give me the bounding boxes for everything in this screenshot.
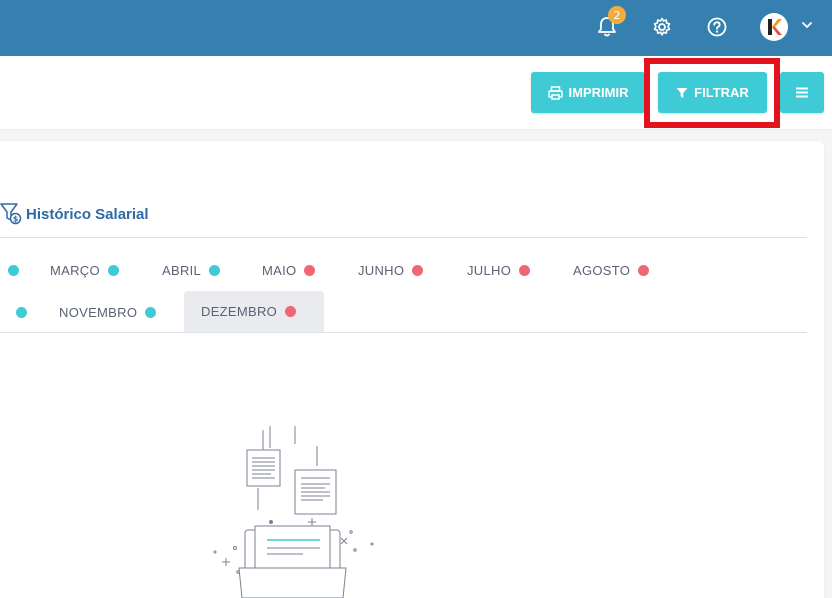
tab-dezembro[interactable]: DEZEMBRO bbox=[184, 291, 324, 332]
tab-label: JUNHO bbox=[358, 262, 405, 278]
empty-documents-illustration bbox=[213, 426, 374, 598]
chevron-down-icon bbox=[802, 22, 812, 28]
tab-label: AGOSTO bbox=[573, 262, 631, 278]
status-dot bbox=[304, 264, 316, 276]
tab-label: NOVEMBRO bbox=[59, 304, 138, 320]
status-dot bbox=[145, 306, 157, 318]
help-icon bbox=[707, 17, 727, 37]
status-dot bbox=[638, 264, 650, 276]
status-dot bbox=[16, 306, 27, 318]
tab-month-partial-2[interactable] bbox=[8, 292, 27, 332]
svg-text:$: $ bbox=[13, 215, 19, 224]
user-menu-dropdown[interactable] bbox=[801, 18, 813, 36]
print-button[interactable]: IMPRIMIR bbox=[531, 72, 645, 113]
settings-button[interactable] bbox=[647, 12, 677, 42]
tab-junho[interactable]: JUNHO bbox=[358, 250, 424, 290]
status-dot bbox=[519, 264, 531, 276]
page-title: Histórico Salarial bbox=[26, 205, 149, 223]
filter-button-highlight bbox=[644, 58, 780, 128]
status-dot bbox=[209, 264, 221, 276]
status-dot bbox=[285, 306, 297, 317]
status-dot bbox=[8, 264, 19, 276]
salary-filter-icon: $ bbox=[0, 203, 22, 225]
printer-icon bbox=[547, 85, 563, 100]
user-avatar[interactable] bbox=[760, 13, 788, 41]
status-dot bbox=[107, 264, 119, 276]
print-button-label: IMPRIMIR bbox=[568, 85, 629, 100]
tab-month-partial-1[interactable] bbox=[0, 250, 19, 290]
hamburger-icon bbox=[796, 87, 808, 98]
tab-novembro[interactable]: NOVEMBRO bbox=[59, 292, 157, 332]
tabs-divider bbox=[0, 332, 807, 333]
status-dot bbox=[412, 264, 424, 276]
tab-label: DEZEMBRO bbox=[201, 304, 278, 319]
tab-agosto[interactable]: AGOSTO bbox=[573, 250, 650, 290]
menu-button[interactable] bbox=[780, 72, 824, 113]
top-navbar: 2 bbox=[0, 0, 832, 56]
help-button[interactable] bbox=[702, 12, 732, 42]
tab-abril[interactable]: ABRIL bbox=[162, 250, 221, 290]
tab-julho[interactable]: JULHO bbox=[467, 250, 531, 290]
card-header: $ Histórico Salarial bbox=[0, 200, 149, 228]
notifications-button[interactable]: 2 bbox=[592, 6, 626, 42]
tab-label: MARÇO bbox=[50, 262, 100, 278]
notification-count-badge: 2 bbox=[608, 6, 626, 24]
tab-label: ABRIL bbox=[162, 262, 202, 278]
tab-marco[interactable]: MARÇO bbox=[50, 250, 119, 290]
tab-maio[interactable]: MAIO bbox=[262, 250, 316, 290]
brand-logo-icon bbox=[768, 19, 782, 35]
tab-label: MAIO bbox=[262, 262, 297, 278]
tab-label: JULHO bbox=[467, 262, 512, 278]
header-divider bbox=[0, 237, 807, 238]
gear-icon bbox=[653, 17, 671, 36]
